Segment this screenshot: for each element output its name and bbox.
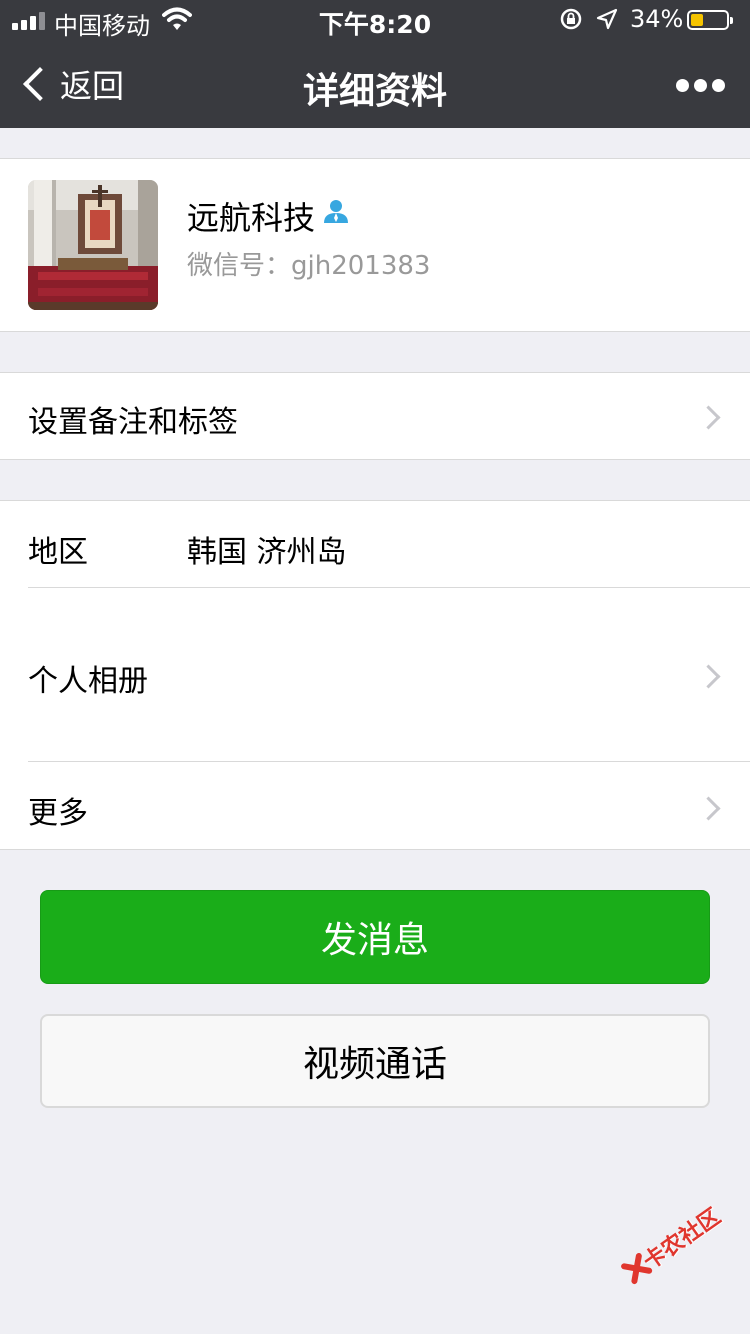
album-label: 个人相册 — [28, 664, 148, 699]
battery-percent: 34% — [630, 5, 684, 33]
region-label: 地区 — [28, 535, 88, 570]
remark-label: 设置备注和标签 — [28, 405, 238, 440]
top-bar: 中国移动 下午8:20 34% 返回 详细资料 — [0, 0, 750, 128]
battery-icon — [687, 10, 733, 30]
remark-row-inner: 设置备注和标签 — [0, 373, 750, 459]
chevron-right-icon — [696, 796, 721, 821]
send-message-button[interactable]: 发消息 — [40, 890, 710, 984]
site-watermark: 卡农社区 — [610, 1193, 726, 1300]
church-photo-avatar — [28, 180, 158, 310]
region-value: 韩国 济州岛 — [187, 535, 347, 570]
contact-name: 远航科技 — [187, 199, 316, 237]
wechat-id: 微信号：gjh201383 — [187, 251, 431, 281]
chevron-right-icon — [696, 405, 721, 430]
person-icon — [324, 200, 348, 223]
more-label: 更多 — [28, 796, 88, 831]
rotation-lock-icon — [560, 8, 582, 30]
navigation-bar: 返回 详细资料 — [0, 40, 750, 128]
profile-card[interactable]: 远航科技 微信号：gjh201383 — [0, 158, 750, 332]
chevron-right-icon — [696, 664, 721, 689]
status-bar: 中国移动 下午8:20 34% — [0, 0, 750, 40]
battery-level — [691, 14, 703, 26]
album-row[interactable]: 个人相册 — [0, 588, 750, 761]
watermark-text: 卡农社区 — [639, 1204, 726, 1276]
video-call-button[interactable]: 视频通话 — [40, 1014, 710, 1108]
info-group: 地区 韩国 济州岛 个人相册 更多 — [0, 500, 750, 850]
remark-and-tags-row[interactable]: 设置备注和标签 — [0, 372, 750, 460]
more-options-button[interactable] — [676, 76, 726, 96]
location-arrow-icon — [596, 8, 618, 30]
more-row[interactable]: 更多 — [0, 762, 750, 849]
avatar[interactable] — [28, 180, 158, 310]
page-title: 详细资料 — [302, 71, 447, 112]
region-row: 地区 韩国 济州岛 — [0, 501, 750, 587]
